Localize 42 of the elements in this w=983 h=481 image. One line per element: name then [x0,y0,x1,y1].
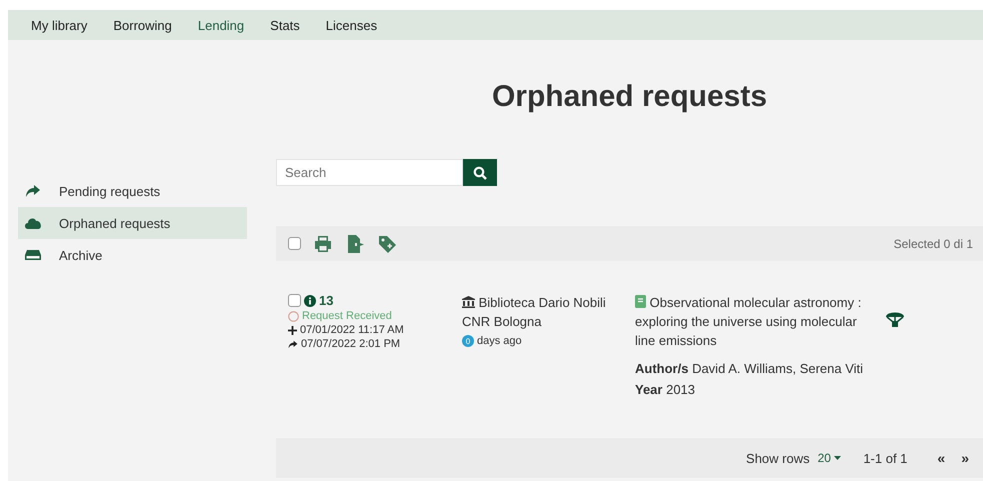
cloud-icon [24,216,42,230]
file-export-icon[interactable] [345,234,365,254]
show-rows-label: Show rows [746,450,810,466]
circle-icon [288,310,299,322]
library-name: Biblioteca Dario Nobili CNR Bologna [462,294,607,331]
days-label: days ago [477,335,522,347]
info-icon[interactable] [304,294,316,306]
request-id[interactable]: 13 [319,293,334,308]
request-status: Request Received [302,310,392,322]
days-badge: 0 [462,335,474,347]
share-arrow-icon [24,184,42,198]
book-title: Observational molecular astronomy : exploring the universe using molecular line emissions [635,294,862,350]
page-title: Orphaned requests [490,80,768,115]
book-details: Author/s David A. Williams, Serena Viti Year 2013 [635,360,864,399]
plus-icon [288,326,297,334]
caret-icon [834,456,842,460]
selection-count: Selected 0 di 1 [894,236,973,250]
sidebar-item[interactable]: Orphaned requests [18,207,247,239]
search-icon [473,166,487,180]
nav-tab[interactable]: Licenses [312,18,390,32]
building-columns-icon [462,296,475,308]
row-checkbox[interactable] [288,294,301,307]
search-field[interactable]: Search [276,159,463,186]
sidebar-item[interactable]: Archive [18,239,247,271]
first-page-button[interactable]: « [929,450,954,466]
print-icon[interactable] [313,234,333,254]
nav-tab[interactable]: My library [18,18,100,32]
page-range: 1-1 of 1 [863,450,908,466]
nav-tab[interactable]: Stats [257,18,313,32]
nav-tab[interactable]: Lending [184,18,258,32]
tag-plus-icon[interactable] [377,234,397,254]
nav-tab[interactable]: Borrowing [100,18,185,32]
created-date: 07/01/2022 11:17 AM [300,324,404,336]
forwarded-date: 07/07/2022 2:01 PM [301,338,400,350]
next-page-button[interactable]: » [953,450,977,466]
rows-dropdown[interactable]: 20 [818,451,842,465]
hard-drive-icon [24,248,42,262]
share-arrow-icon [288,340,298,348]
sidebar-item[interactable]: Pending requests [18,175,247,207]
book-icon [635,295,646,308]
select-all-checkbox[interactable] [288,237,301,250]
search-button[interactable] [463,159,497,186]
